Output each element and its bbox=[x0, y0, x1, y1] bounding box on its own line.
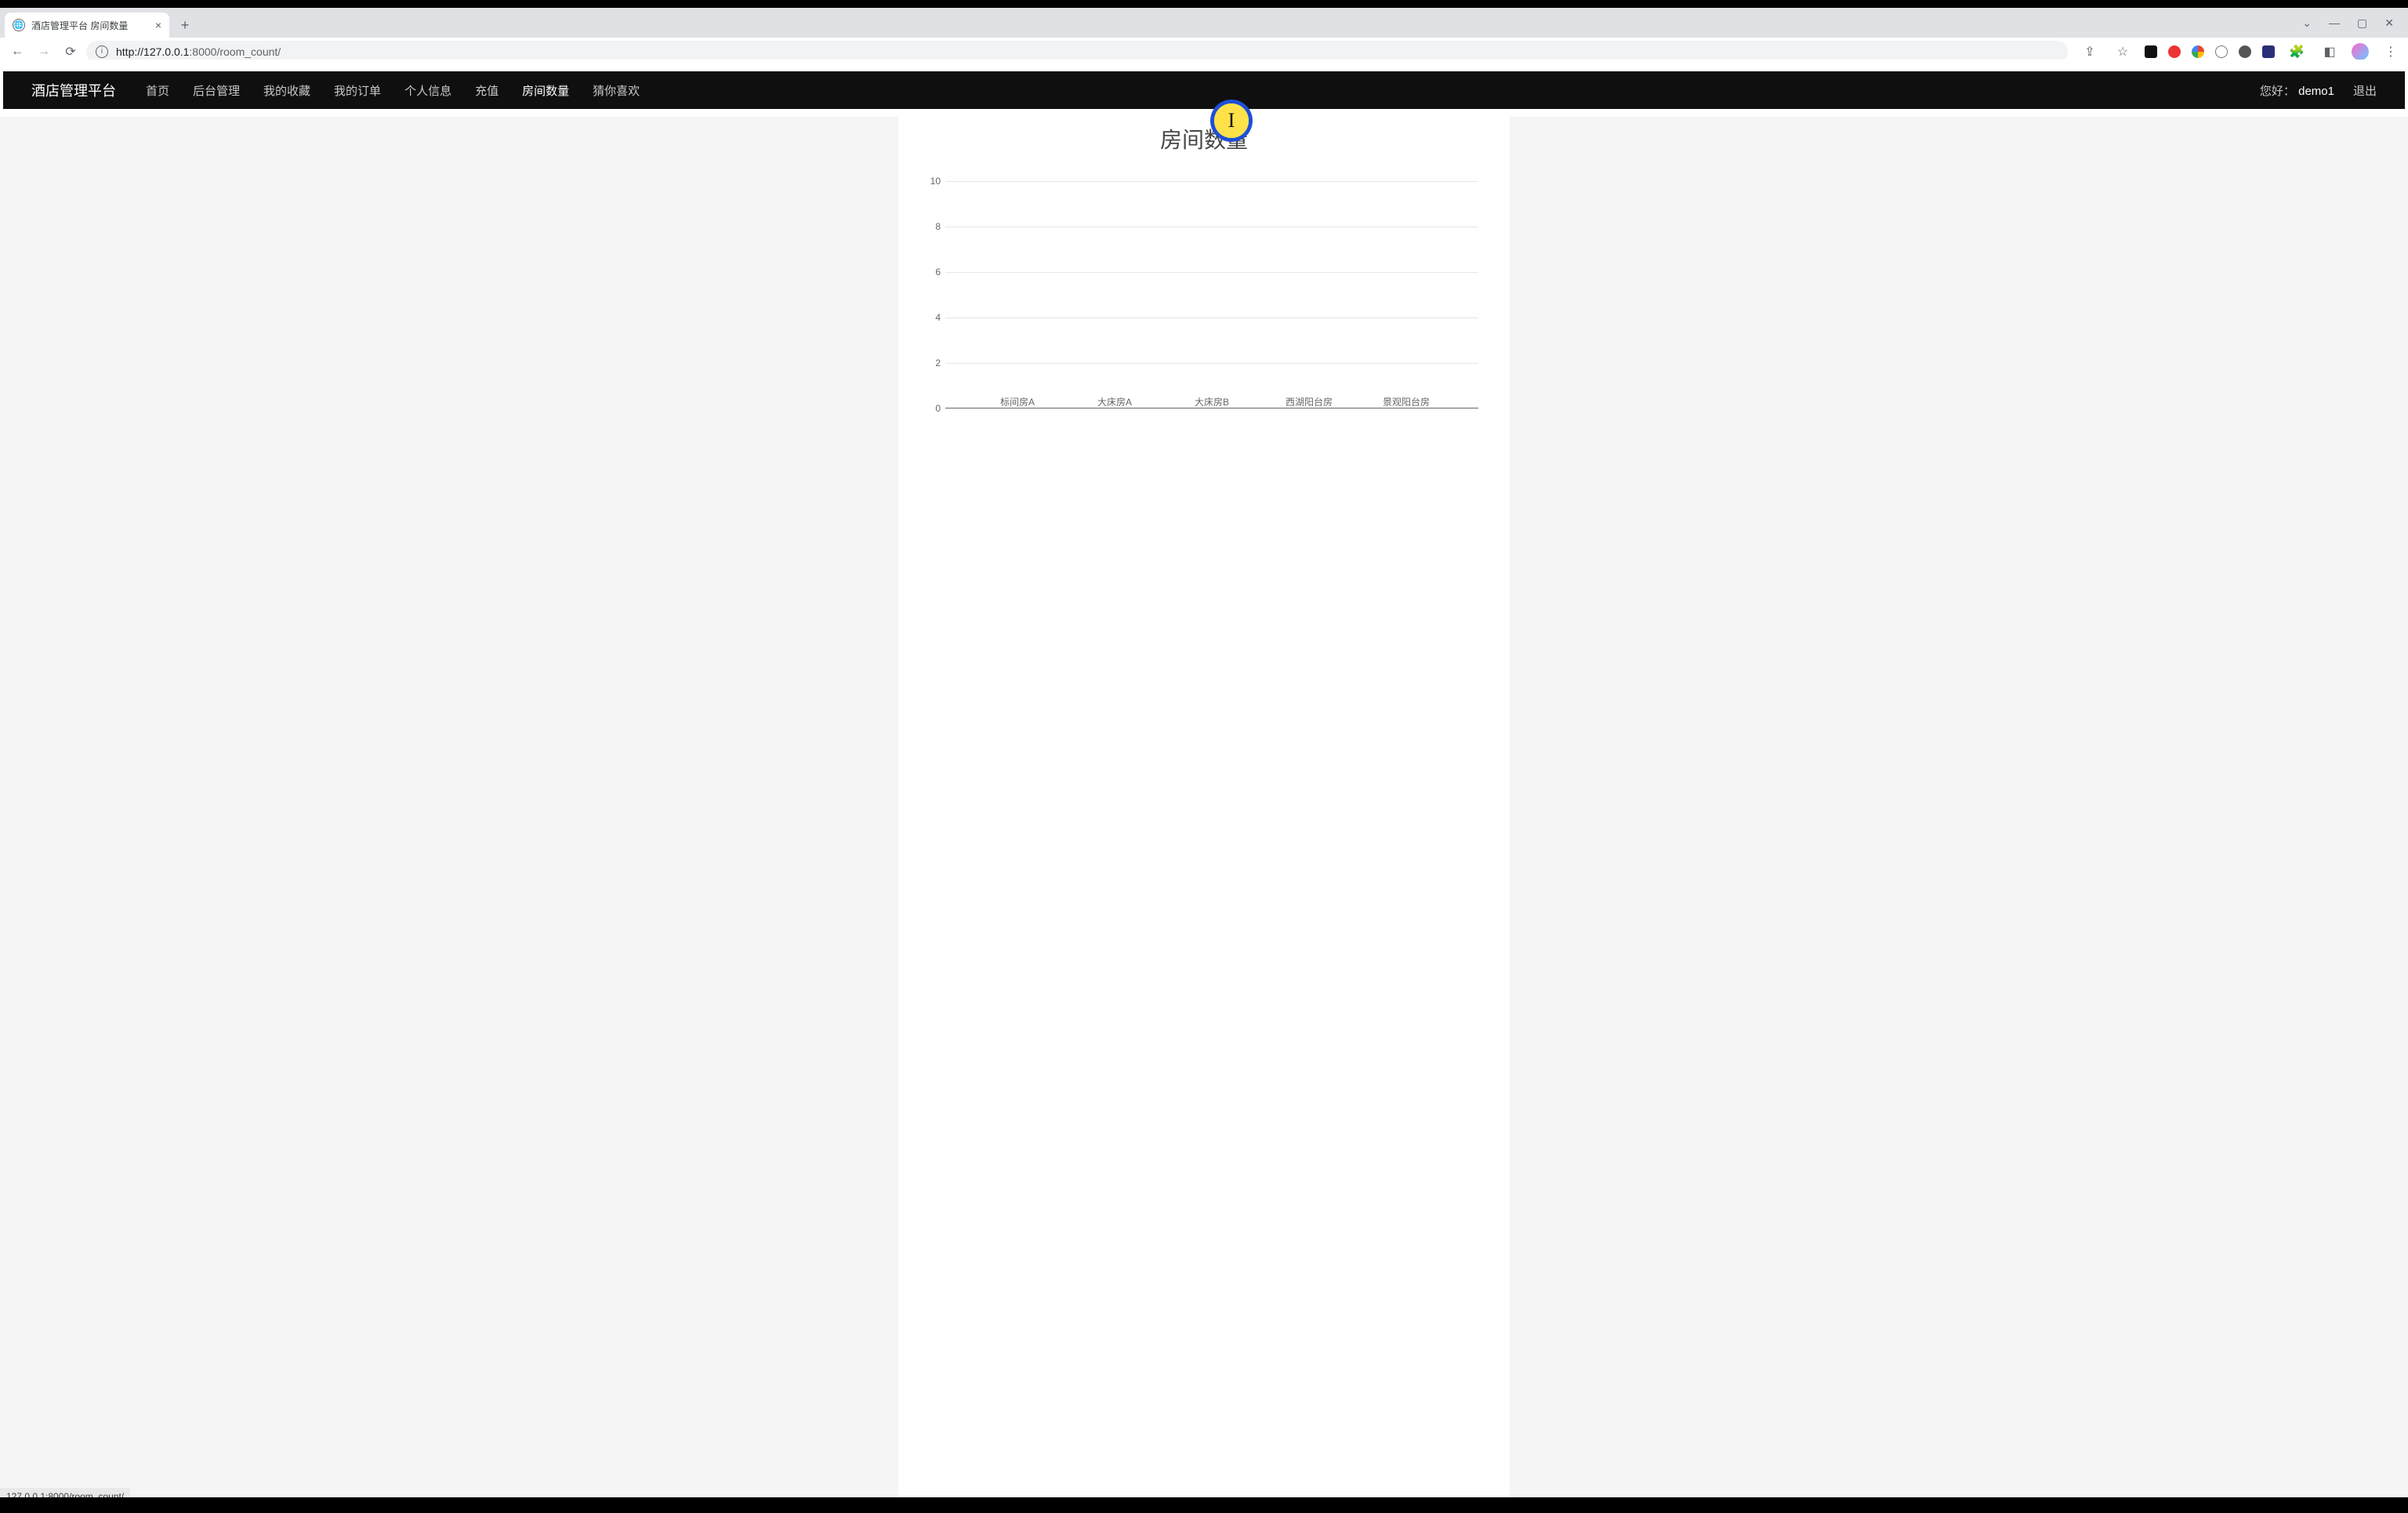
letterbox-top bbox=[0, 0, 2408, 8]
bar-column: 标间房A bbox=[978, 390, 1057, 408]
maximize-icon[interactable]: ▢ bbox=[2357, 16, 2367, 30]
bar-column: 景观阳台房 bbox=[1367, 390, 1445, 408]
nav-link[interactable]: 猜你喜欢 bbox=[593, 82, 640, 99]
y-tick-label: 8 bbox=[922, 221, 941, 232]
bar-column: 大床房A bbox=[1075, 390, 1154, 408]
extension-icon-6[interactable] bbox=[2262, 45, 2275, 58]
nav-links: 首页 后台管理 我的收藏 我的订单 个人信息 充值 房间数量 猜你喜欢 bbox=[146, 82, 640, 99]
content-area: 房间数量 I 0246810标间房A大床房A大床房B西湖阳台房景观阳台房 bbox=[0, 117, 2408, 1505]
close-icon[interactable]: × bbox=[155, 19, 161, 31]
greeting-user: demo1 bbox=[2298, 85, 2334, 98]
page-viewport: 酒店管理平台 首页后台管理我的收藏我的订单个人信息充值房间数量猜你喜欢 您好： … bbox=[0, 60, 2408, 1505]
chevron-down-icon[interactable]: ⌄ bbox=[2302, 16, 2312, 30]
y-tick-label: 2 bbox=[922, 357, 941, 368]
site-navbar: 酒店管理平台 首页 后台管理 我的收藏 我的订单 个人信息 充值 房间数量 猜你喜欢 您好： … bbox=[3, 71, 2405, 109]
y-tick-label: 10 bbox=[922, 176, 941, 187]
chart-area: 0246810标间房A大床房A大床房B西湖阳台房景观阳台房 bbox=[914, 181, 1494, 432]
extension-icon-2[interactable] bbox=[2168, 45, 2181, 58]
minimize-icon[interactable]: ― bbox=[2329, 16, 2340, 29]
new-tab-button[interactable]: + bbox=[174, 14, 196, 36]
greeting: 您好： demo1 bbox=[2260, 82, 2334, 99]
chart-plot: 0246810标间房A大床房A大床房B西湖阳台房景观阳台房 bbox=[945, 181, 1478, 408]
bars-group: 标间房A 大床房A 大床房B 西湖阳台房 景观阳台房 bbox=[945, 181, 1478, 408]
nav-link[interactable]: 后台管理 bbox=[193, 82, 240, 99]
x-tick-label: 标间房A bbox=[1000, 395, 1035, 408]
logout-link[interactable]: 退出 bbox=[2353, 82, 2377, 99]
x-tick-label: 大床房A bbox=[1097, 395, 1132, 408]
tab-title: 酒店管理平台 房间数量 bbox=[31, 19, 149, 32]
globe-icon: 🌐 bbox=[13, 19, 25, 31]
window-controls: ⌄ ― ▢ ✕ bbox=[2288, 8, 2408, 38]
close-window-icon[interactable]: ✕ bbox=[2384, 16, 2394, 30]
bar-column: 大床房B bbox=[1173, 390, 1251, 408]
x-tick-label: 景观阳台房 bbox=[1383, 395, 1430, 408]
url-text: http://127.0.0.1:8000/room_count/ bbox=[116, 45, 281, 58]
chart-card: 房间数量 I 0246810标间房A大床房A大床房B西湖阳台房景观阳台房 bbox=[898, 117, 1510, 1505]
nav-link[interactable]: 我的订单 bbox=[334, 82, 381, 99]
profile-avatar[interactable] bbox=[2352, 43, 2369, 60]
bar-column: 西湖阳台房 bbox=[1270, 390, 1348, 408]
greeting-label: 您好： bbox=[2260, 85, 2295, 98]
site-brand[interactable]: 酒店管理平台 bbox=[31, 80, 116, 100]
browser-titlebar: 🌐 酒店管理平台 房间数量 × + ⌄ ― ▢ ✕ bbox=[0, 8, 2408, 38]
gridline bbox=[945, 408, 1478, 409]
letterbox-bottom bbox=[0, 1497, 2408, 1505]
extension-icon-4[interactable] bbox=[2215, 45, 2228, 58]
x-tick-label: 大床房B bbox=[1195, 395, 1229, 408]
chart-title: 房间数量 bbox=[914, 117, 1494, 158]
x-tick-label: 西湖阳台房 bbox=[1286, 395, 1333, 408]
extension-icon-5[interactable] bbox=[2239, 45, 2251, 58]
nav-link[interactable]: 充值 bbox=[475, 82, 499, 99]
nav-link[interactable]: 个人信息 bbox=[404, 82, 452, 99]
browser-tab[interactable]: 🌐 酒店管理平台 房间数量 × bbox=[5, 13, 169, 38]
y-tick-label: 0 bbox=[922, 403, 941, 414]
nav-link[interactable]: 我的收藏 bbox=[263, 82, 310, 99]
nav-link[interactable]: 房间数量 bbox=[522, 82, 569, 99]
y-tick-label: 4 bbox=[922, 312, 941, 323]
extension-icon-3[interactable] bbox=[2192, 45, 2204, 58]
nav-link[interactable]: 首页 bbox=[146, 82, 169, 99]
extension-icon-1[interactable] bbox=[2145, 45, 2157, 58]
site-info-icon[interactable]: i bbox=[96, 45, 108, 58]
y-tick-label: 6 bbox=[922, 267, 941, 278]
